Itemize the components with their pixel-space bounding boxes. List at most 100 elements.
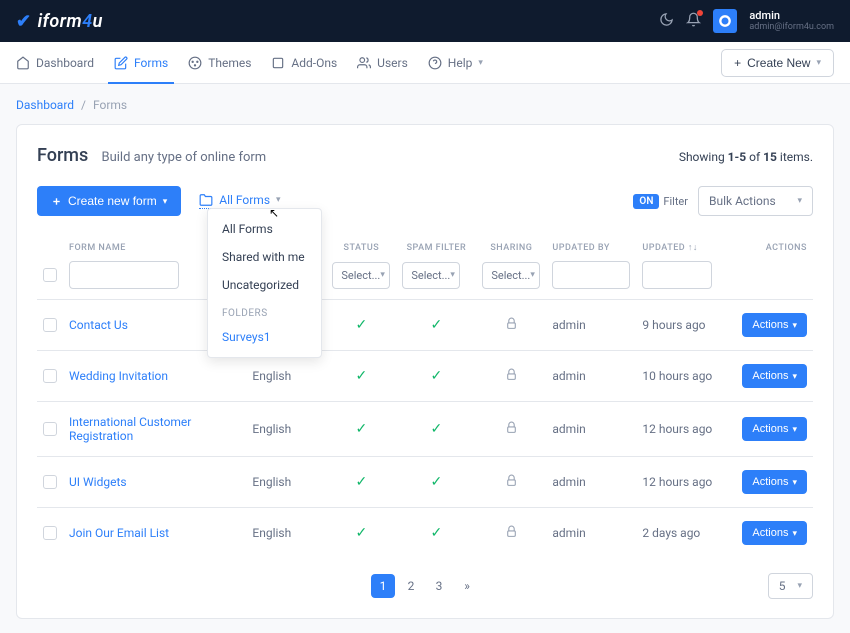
topbar-right: admin admin@iform4u.com [659, 9, 834, 33]
dropdown-folder-surveys1[interactable]: Surveys1 [208, 323, 321, 351]
page-3[interactable]: 3 [427, 574, 451, 598]
filter-updated-input[interactable] [642, 261, 712, 289]
check-icon: ✓ [431, 368, 443, 384]
pagination: 1 2 3 » [371, 574, 479, 598]
nav-users[interactable]: Users [357, 42, 408, 83]
row-actions-button[interactable]: Actions ▾ [742, 364, 807, 388]
per-page-select[interactable]: 5 ▾ [768, 573, 813, 599]
check-icon: ✓ [356, 368, 368, 384]
check-icon: ✓ [356, 317, 368, 333]
filter-updatedby-input[interactable] [552, 261, 630, 289]
bulk-actions-select[interactable]: Bulk Actions ▾ [698, 186, 813, 216]
filter-status-select[interactable]: Select...▾ [332, 262, 390, 289]
page-title: Forms [37, 145, 88, 166]
lock-icon [505, 319, 518, 333]
breadcrumb-root[interactable]: Dashboard [16, 98, 74, 112]
row-checkbox[interactable] [43, 526, 57, 540]
nav-items: Dashboard Forms Themes Add-Ons Users Hel… [16, 42, 483, 83]
help-icon [428, 56, 442, 70]
theme-toggle-icon[interactable] [659, 12, 674, 31]
row-actions-button[interactable]: Actions ▾ [742, 417, 807, 441]
main-card: Forms Build any type of online form Show… [16, 124, 834, 619]
user-info[interactable]: admin admin@iform4u.com [749, 9, 834, 33]
nav-help[interactable]: Help ▾ [428, 42, 483, 83]
filter-sharing-select[interactable]: Select...▾ [482, 262, 540, 289]
user-email: admin@iform4u.com [749, 22, 834, 33]
breadcrumb: Dashboard / Forms [16, 98, 834, 112]
row-updated: 12 hours ago [636, 402, 736, 457]
folder-selector[interactable]: All Forms ▾ [199, 193, 280, 209]
avatar[interactable] [713, 9, 737, 33]
row-checkbox[interactable] [43, 475, 57, 489]
home-icon [16, 56, 30, 70]
create-form-button[interactable]: Create new form ▾ [37, 186, 181, 216]
users-icon [357, 56, 371, 70]
form-link[interactable]: Join Our Email List [69, 526, 169, 540]
form-link[interactable]: UI Widgets [69, 475, 127, 489]
check-icon: ✓ [431, 421, 443, 437]
page-2[interactable]: 2 [399, 574, 423, 598]
form-link[interactable]: International Customer Registration [69, 415, 191, 443]
nav-themes[interactable]: Themes [188, 42, 251, 83]
edit-icon [114, 56, 128, 70]
row-actions-button[interactable]: Actions ▾ [742, 313, 807, 337]
nav-forms[interactable]: Forms [114, 42, 168, 83]
row-updated: 2 days ago [636, 508, 736, 559]
filter-toggle[interactable]: ON Filter [633, 194, 688, 209]
form-link[interactable]: Contact Us [69, 318, 128, 332]
col-status[interactable]: STATUS [326, 234, 396, 261]
forms-table: FORM NAME LANGUAGE STATUS SPAM FILTER SH… [37, 234, 813, 558]
row-updated-by: admin [546, 508, 636, 559]
table-row: Wedding Invitation English ✓ ✓ admin 10 … [37, 351, 813, 402]
lock-icon [505, 370, 518, 384]
notifications-icon[interactable] [686, 12, 701, 31]
col-updated[interactable]: UPDATED ↑↓ [636, 234, 736, 261]
filter-spam-select[interactable]: Select...▾ [402, 262, 460, 289]
nav-dashboard[interactable]: Dashboard [16, 42, 94, 83]
lock-icon [505, 527, 518, 541]
select-all-checkbox[interactable] [43, 268, 57, 282]
page-1[interactable]: 1 [371, 574, 395, 598]
col-actions: ACTIONS [736, 234, 813, 261]
row-updated-by: admin [546, 402, 636, 457]
topbar: ✔ iform4u admin admin@iform4u.com [0, 0, 850, 42]
dropdown-shared[interactable]: Shared with me [208, 243, 321, 271]
row-checkbox[interactable] [43, 369, 57, 383]
row-updated: 10 hours ago [636, 351, 736, 402]
check-icon: ✓ [356, 421, 368, 437]
page-next[interactable]: » [455, 574, 479, 598]
nav-addons[interactable]: Add-Ons [271, 42, 337, 83]
row-language: English [246, 457, 326, 508]
showing-count: Showing 1-5 of 15 items. [679, 150, 813, 164]
sort-icon: ↑↓ [688, 243, 698, 253]
dropdown-uncategorized[interactable]: Uncategorized [208, 271, 321, 299]
dropdown-all-forms[interactable]: All Forms [208, 215, 321, 243]
puzzle-icon [271, 56, 285, 70]
chevron-down-icon: ▾ [816, 57, 821, 68]
row-actions-button[interactable]: Actions ▾ [742, 470, 807, 494]
folder-icon [199, 193, 213, 207]
chevron-down-icon: ▾ [478, 58, 483, 68]
create-new-button[interactable]: + Create New ▾ [721, 49, 834, 77]
navbar: Dashboard Forms Themes Add-Ons Users Hel… [0, 42, 850, 84]
row-language: English [246, 402, 326, 457]
pagination-row: 1 2 3 » 5 ▾ [37, 558, 813, 598]
row-updated-by: admin [546, 300, 636, 351]
form-link[interactable]: Wedding Invitation [69, 369, 168, 383]
lock-icon [505, 423, 518, 437]
row-actions-button[interactable]: Actions ▾ [742, 521, 807, 545]
col-sharing[interactable]: SHARING [476, 234, 546, 261]
row-checkbox[interactable] [43, 318, 57, 332]
chevron-down-icon: ▾ [276, 195, 281, 205]
logo[interactable]: ✔ iform4u [16, 11, 103, 32]
col-updated-by[interactable]: UPDATED BY [546, 234, 636, 261]
page-subtitle: Build any type of online form [101, 150, 266, 165]
plus-icon [51, 196, 62, 207]
user-name: admin [749, 9, 834, 22]
col-spam[interactable]: SPAM FILTER [396, 234, 476, 261]
filter-name-input[interactable] [69, 261, 179, 289]
palette-icon [188, 56, 202, 70]
row-checkbox[interactable] [43, 422, 57, 436]
card-header: Forms Build any type of online form Show… [37, 145, 813, 166]
check-icon: ✓ [431, 525, 443, 541]
